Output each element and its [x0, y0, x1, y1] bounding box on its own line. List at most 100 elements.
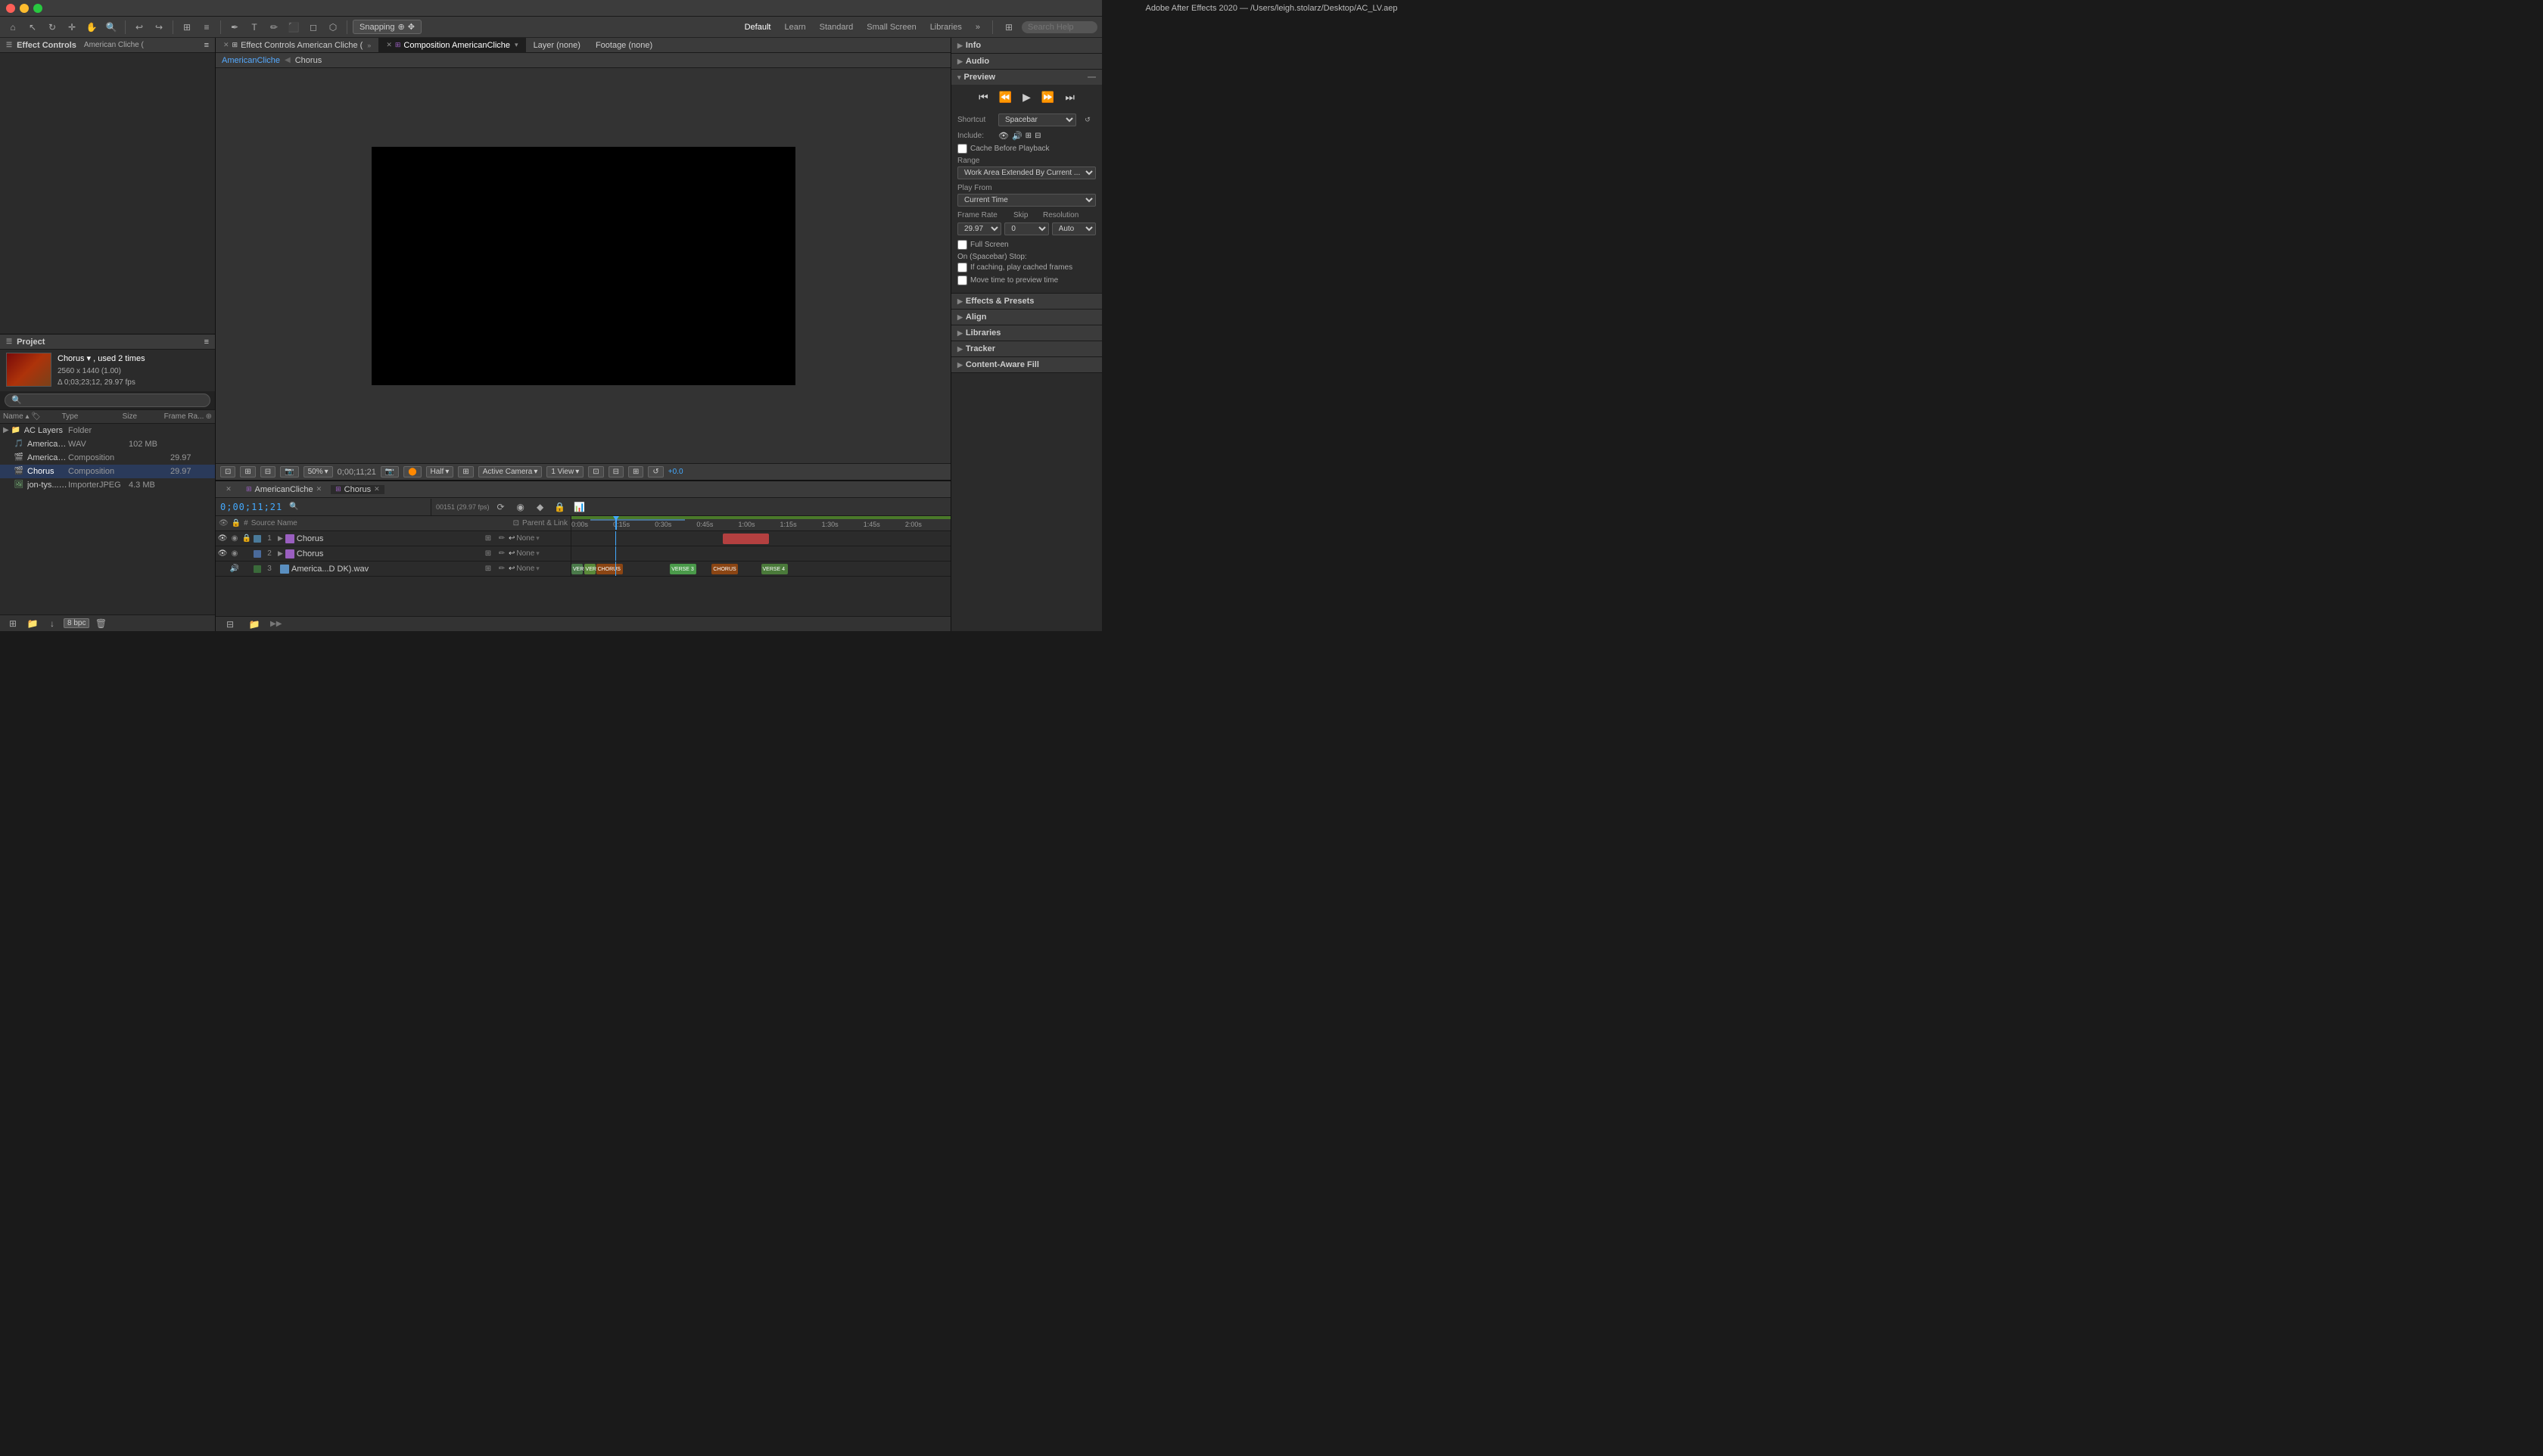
file-item-chorus[interactable]: 🎬 Chorus Composition 29.97 [0, 465, 215, 478]
preview-reset-shortcut[interactable]: ↺ [1079, 111, 1096, 128]
effect-controls-collapse[interactable]: ☰ [6, 41, 12, 49]
comp-tab-close[interactable]: ✕ [386, 41, 392, 49]
info-header[interactable]: ▶ Info [951, 38, 1102, 53]
libraries-header[interactable]: ▶ Libraries [951, 325, 1102, 341]
preview-framerate-select[interactable]: 29.97 [957, 222, 1001, 235]
file-item-jon-tys[interactable]: 🖼 jon-tys...lash.jpg ImporterJPEG 4.3 MB [0, 478, 215, 492]
preview-play[interactable]: ▶ [1019, 89, 1034, 105]
pen-tool[interactable]: ✒ [226, 19, 243, 36]
footage-tab[interactable]: Footage (none) [588, 38, 660, 53]
timeline-chart-btn[interactable]: 📊 [571, 499, 588, 515]
comp-3d-btn[interactable]: ⊞ [628, 466, 643, 478]
layer-2-switches[interactable]: ⊞ [481, 549, 495, 558]
effects-presets-header[interactable]: ▶ Effects & Presets [951, 294, 1102, 309]
preview-include-effects-icon[interactable]: ⊟ [1035, 132, 1041, 140]
audio-marker-chorus1[interactable]: CHORUS [596, 564, 623, 574]
breadcrumb-chorus[interactable]: Chorus [295, 56, 322, 65]
audio-header[interactable]: ▶ Audio [951, 54, 1102, 69]
effect-controls-menu[interactable]: ≡ [204, 41, 209, 50]
layer-1-label[interactable] [254, 535, 261, 543]
redo-tool[interactable]: ↪ [151, 19, 167, 36]
audio-marker-verse3[interactable]: VERSE 3 [670, 564, 696, 574]
preview-move-time-checkbox[interactable] [957, 275, 967, 285]
minimize-button[interactable] [20, 4, 29, 13]
timeline-marker-btn[interactable]: ◆ [532, 499, 549, 515]
comp-render-btn[interactable]: ⊡ [588, 466, 603, 478]
layer-2-solo2[interactable]: ✏ [496, 549, 507, 558]
search-help-input[interactable] [1022, 21, 1097, 33]
content-aware-fill-header[interactable]: ▶ Content-Aware Fill [951, 357, 1102, 372]
anchor-tool[interactable]: ✛ [64, 19, 80, 36]
layer-1-solo[interactable]: ◉ [229, 534, 240, 543]
timeline-tab1-close[interactable]: ✕ [316, 485, 322, 493]
comp-tab-menu[interactable]: ▾ [515, 41, 518, 49]
layer-2-parent-icon[interactable]: ↩ [509, 549, 515, 558]
project-collapse[interactable]: ☰ [6, 338, 12, 346]
audio-marker-verse4[interactable]: VERSE 4 [761, 564, 788, 574]
comp-reset2-btn[interactable]: ↺ [648, 466, 663, 478]
preset-more[interactable]: » [971, 21, 985, 33]
col-header-frame[interactable]: Frame Ra... [164, 412, 206, 421]
comp-reset-btn[interactable]: ⊡ [220, 466, 235, 478]
brush-tool[interactable]: ✏ [266, 19, 282, 36]
breadcrumb-americancliche[interactable]: AmericanCliche [222, 56, 280, 65]
comp-snapshot-btn[interactable]: 📷 [280, 466, 298, 478]
preset-default[interactable]: Default [740, 21, 776, 33]
text-tool[interactable]: T [246, 19, 263, 36]
timeline-chorus-tab[interactable]: ⊞ Chorus ✕ [331, 485, 384, 494]
timeline-search[interactable]: 🔍 [285, 499, 302, 515]
close-button[interactable] [6, 4, 15, 13]
comp-grid-btn[interactable]: ⊞ [240, 466, 255, 478]
timeline-tab2-close[interactable]: ✕ [374, 485, 380, 493]
preview-menu[interactable]: — [1088, 73, 1096, 82]
timeline-american-cliche-tab[interactable]: ⊞ AmericanCliche ✕ [241, 485, 326, 494]
layer-1-solo2[interactable]: ✏ [496, 534, 507, 543]
home-tool[interactable]: ⌂ [5, 19, 21, 36]
layer-1-parent-dropdown[interactable]: ▾ [536, 534, 540, 543]
timeline-ruler[interactable]: 0:00s 0:15s 0:30s 0:45s 1:00s 1:15s 1:30… [571, 516, 951, 530]
col-header-add[interactable]: ⊕ [206, 412, 212, 421]
timeline-lock-btn[interactable]: 🔒 [552, 499, 568, 515]
layer-1-switches[interactable]: ⊞ [481, 534, 495, 543]
window-controls[interactable] [6, 4, 42, 13]
preview-fullscreen-checkbox[interactable] [957, 240, 967, 250]
preview-first-frame[interactable]: ⏮ [976, 89, 991, 105]
active-camera-selector[interactable]: Active Camera ▾ [478, 466, 543, 478]
effect-controls-tab-close[interactable]: ✕ [223, 41, 229, 49]
file-item-ac-layers[interactable]: ▶ 📁 AC Layers Folder [0, 424, 215, 437]
col-header-type[interactable]: Type [62, 412, 123, 421]
layer-3-solo2[interactable]: ✏ [496, 565, 507, 573]
layer-1-track-bar[interactable] [723, 534, 768, 544]
eraser-tool[interactable]: ◻ [305, 19, 322, 36]
audio-marker-verse2[interactable]: VERS. [584, 564, 596, 574]
preset-standard[interactable]: Standard [815, 21, 858, 33]
layer-2-parent-dropdown[interactable]: ▾ [536, 549, 540, 558]
layer-tab[interactable]: Layer (none) [526, 38, 588, 53]
tracker-header[interactable]: ▶ Tracker [951, 341, 1102, 356]
layer-3-parent-dropdown[interactable]: ▾ [536, 565, 540, 573]
layer-1-lock[interactable]: 🔒 [241, 534, 252, 543]
audio-marker-verse1[interactable]: VERSE [571, 564, 583, 574]
comp-color-btn[interactable]: ⬤ [403, 466, 421, 478]
timeline-timecode[interactable]: 0;00;11;21 [220, 502, 282, 512]
layer-2-label[interactable] [254, 550, 261, 558]
effect-controls-tab-extend[interactable]: » [367, 42, 371, 49]
layer-3-audio[interactable]: 🔊 [229, 565, 240, 573]
align-header[interactable]: ▶ Align [951, 310, 1102, 325]
composition-canvas[interactable] [372, 147, 795, 385]
preset-small-screen[interactable]: Small Screen [862, 21, 920, 33]
status-bar-viewer[interactable]: ⊟ [222, 616, 238, 632]
preview-range-select[interactable]: Work Area Extended By Current ... [957, 166, 1096, 179]
preview-resolution-select[interactable]: Auto [1052, 222, 1096, 235]
preview-skip-select[interactable]: 0 [1004, 222, 1048, 235]
project-menu[interactable]: ≡ [204, 338, 209, 347]
workspace-icon[interactable]: ⊞ [1001, 19, 1017, 36]
layer-1-parent-icon[interactable]: ↩ [509, 534, 515, 543]
preview-include-eye-icon[interactable]: 👁 [998, 131, 1009, 141]
preview-last-frame[interactable]: ⏭ [1062, 89, 1078, 105]
timeline-solo-btn[interactable]: ◉ [512, 499, 529, 515]
project-new-comp[interactable]: ⊞ [5, 615, 21, 632]
project-folder[interactable]: 📁 [24, 615, 41, 632]
file-item-america-k[interactable]: 🎵 America...K).wav WAV 102 MB [0, 437, 215, 451]
preview-include-audio-icon[interactable]: 🔊 [1012, 131, 1022, 141]
